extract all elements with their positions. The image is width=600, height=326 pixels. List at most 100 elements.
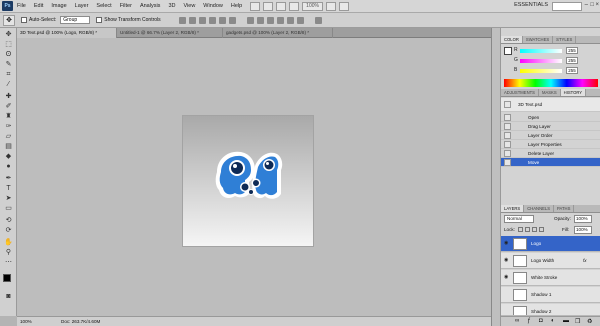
- opacity-input[interactable]: 100%: [574, 215, 592, 223]
- minimize-icon[interactable]: –: [585, 2, 588, 8]
- menu-filter[interactable]: Filter: [120, 3, 132, 9]
- maximize-icon[interactable]: □: [590, 2, 594, 8]
- distribute-bottom-icon[interactable]: [266, 16, 274, 24]
- tab-styles[interactable]: STYLES: [553, 36, 577, 43]
- color-spectrum-bar[interactable]: [504, 79, 598, 87]
- distribute-hcenter-icon[interactable]: [286, 16, 294, 24]
- tab-gadgets[interactable]: gadgets.psd @ 100% (Layer 2, RGB/8) *: [223, 28, 333, 38]
- layer-row-shadow-1[interactable]: Shadow 1: [501, 287, 600, 303]
- shape-tool-icon[interactable]: ▭: [3, 204, 14, 213]
- tab-channels[interactable]: CHANNELS: [524, 205, 555, 212]
- hand-tool-icon-2[interactable]: ✋: [3, 238, 14, 247]
- slider-r[interactable]: [520, 49, 562, 53]
- screen-mode-icon[interactable]: [338, 1, 349, 11]
- extras-icon[interactable]: ⋯: [3, 258, 14, 267]
- zoom-level-select[interactable]: 100%: [302, 1, 323, 11]
- value-b[interactable]: 255: [566, 67, 578, 74]
- align-hcenter-icon[interactable]: [218, 16, 226, 24]
- bridge-icon[interactable]: [250, 1, 261, 11]
- close-icon[interactable]: ×: [595, 2, 599, 8]
- gradient-tool-icon[interactable]: ▤: [3, 142, 14, 151]
- marquee-tool-icon[interactable]: ⬚: [3, 40, 14, 49]
- move-tool-icon[interactable]: ✥: [3, 30, 14, 39]
- hand-tool-icon[interactable]: [276, 1, 287, 11]
- history-item[interactable]: Layer Order: [501, 131, 600, 140]
- lock-all-icon[interactable]: [539, 227, 544, 232]
- clone-stamp-tool-icon[interactable]: ♜: [3, 112, 14, 121]
- history-item[interactable]: Delete Layer: [501, 149, 600, 158]
- tab-paths[interactable]: PATHS: [554, 205, 575, 212]
- distribute-top-icon[interactable]: [246, 16, 254, 24]
- auto-select-checkbox[interactable]: [21, 17, 27, 23]
- tab-history[interactable]: HISTORY: [560, 89, 587, 96]
- tab-swatches[interactable]: SWATCHES: [523, 36, 554, 43]
- add-style-icon[interactable]: ƒ: [527, 318, 530, 324]
- pen-tool-icon[interactable]: ✒: [3, 174, 14, 183]
- healing-brush-tool-icon[interactable]: ✚: [3, 92, 14, 101]
- mini-bridge-icon[interactable]: [263, 1, 274, 11]
- align-top-icon[interactable]: [178, 16, 186, 24]
- status-zoom[interactable]: 100%: [20, 317, 32, 326]
- distribute-left-icon[interactable]: [276, 16, 284, 24]
- history-item[interactable]: Open: [501, 113, 600, 122]
- menu-layer[interactable]: Layer: [75, 3, 89, 9]
- lock-position-icon[interactable]: [532, 227, 537, 232]
- menu-analysis[interactable]: Analysis: [140, 3, 160, 9]
- layer-row-shadow-2[interactable]: Shadow 2: [501, 304, 600, 316]
- menu-window[interactable]: Window: [203, 3, 223, 9]
- layer-row-logo-width[interactable]: ◉ Logo Width fx: [501, 253, 600, 269]
- align-vcenter-icon[interactable]: [188, 16, 196, 24]
- transform-controls-checkbox[interactable]: [96, 17, 103, 23]
- menu-image[interactable]: Image: [51, 3, 66, 9]
- tab-untitled-1[interactable]: Untitled-1 @ 66.7% (Layer 2, RGB/8) *: [117, 28, 223, 38]
- distribute-right-icon[interactable]: [296, 16, 304, 24]
- eye-icon[interactable]: ◉: [504, 241, 510, 246]
- menu-edit[interactable]: Edit: [34, 3, 43, 9]
- new-layer-icon[interactable]: ❐: [575, 318, 580, 325]
- menu-view[interactable]: View: [183, 3, 195, 9]
- eraser-tool-icon[interactable]: ▱: [3, 132, 14, 141]
- eye-hidden-icon[interactable]: [504, 309, 510, 314]
- eye-hidden-icon[interactable]: [504, 292, 510, 297]
- slider-b[interactable]: [520, 69, 562, 73]
- menu-help[interactable]: Help: [231, 3, 242, 9]
- eye-icon[interactable]: ◉: [504, 258, 510, 263]
- tab-adjustments[interactable]: ADJUSTMENTS: [501, 89, 539, 96]
- workspace-essentials[interactable]: ESSENTIALS: [514, 2, 548, 8]
- value-g[interactable]: 255: [566, 57, 578, 64]
- history-snapshot[interactable]: 3D Text.psd: [501, 98, 600, 112]
- eyedropper-tool-icon[interactable]: ⁄: [3, 80, 14, 89]
- move-tool-preset-icon[interactable]: ✥: [3, 14, 15, 26]
- delete-layer-icon[interactable]: ♻: [587, 318, 592, 325]
- tab-3d-text[interactable]: 3D Text.psd @ 100% (Logo, RGB/8) *: [17, 28, 117, 38]
- history-item[interactable]: Layer Properties: [501, 140, 600, 149]
- new-group-icon[interactable]: ▬: [563, 318, 569, 324]
- document-canvas[interactable]: [182, 115, 314, 247]
- align-right-icon[interactable]: [228, 16, 236, 24]
- tab-layers[interactable]: LAYERS: [501, 205, 525, 212]
- value-r[interactable]: 255: [566, 47, 578, 54]
- tab-color[interactable]: COLOR: [501, 36, 523, 43]
- align-bottom-icon[interactable]: [198, 16, 206, 24]
- fill-input[interactable]: 100%: [574, 226, 592, 234]
- history-item-active[interactable]: Move: [501, 158, 600, 167]
- tab-masks[interactable]: MASKS: [539, 89, 561, 96]
- arrange-documents-icon[interactable]: [325, 1, 336, 11]
- lasso-tool-icon[interactable]: ʘ: [3, 50, 14, 59]
- menu-3d[interactable]: 3D: [168, 3, 175, 9]
- 3d-rotate-tool-icon[interactable]: ⟲: [3, 216, 14, 225]
- layer-row-white-stroke[interactable]: ◉ White Stroke: [501, 270, 600, 286]
- quick-mask-icon[interactable]: ◙: [3, 292, 14, 301]
- type-tool-icon[interactable]: T: [3, 184, 14, 193]
- blend-mode-select[interactable]: Normal: [504, 215, 534, 223]
- slider-g[interactable]: [520, 59, 562, 63]
- 3d-orbit-tool-icon[interactable]: ⟳: [3, 226, 14, 235]
- distribute-vcenter-icon[interactable]: [256, 16, 264, 24]
- foreground-color-swatch[interactable]: [3, 274, 11, 282]
- auto-select-dropdown[interactable]: Group: [60, 16, 91, 24]
- auto-align-layers-icon[interactable]: [314, 16, 322, 24]
- fg-color-preview[interactable]: [504, 47, 512, 55]
- menu-file[interactable]: File: [17, 3, 26, 9]
- link-layers-icon[interactable]: ∞: [515, 318, 519, 324]
- help-search-input[interactable]: [552, 2, 582, 11]
